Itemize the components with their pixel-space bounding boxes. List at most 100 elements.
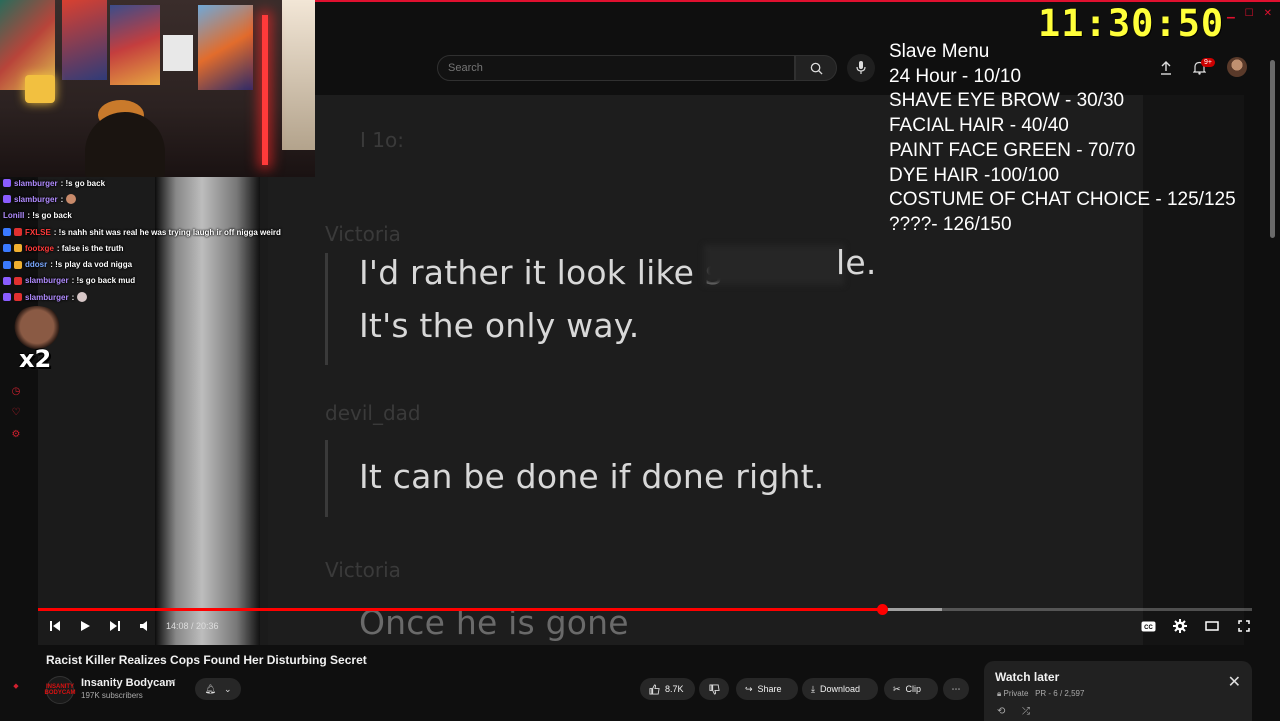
search-input-box[interactable] [437, 55, 795, 81]
progress-played [38, 608, 882, 611]
playlist-meta: 🔒︎ Private PR - 6 / 2,597 [997, 689, 1084, 699]
minimize-icon[interactable]: ▁ [1227, 8, 1235, 19]
chat-text: : !s go back [60, 178, 106, 188]
chat-username: FXLSE [25, 227, 51, 237]
dislike-button[interactable] [699, 678, 729, 700]
slave-menu-overlay: Slave Menu 24 Hour - 10/10 SHAVE EYE BRO… [889, 40, 1280, 238]
menu-item: SHAVE EYE BROW - 30/30 [889, 90, 1125, 112]
wall-poster [110, 5, 160, 85]
chat-text: : [60, 194, 64, 204]
channel-avatar[interactable]: INSANITY BODYCAM [45, 676, 76, 704]
fullscreen-button[interactable] [1234, 616, 1254, 636]
microphone-icon [856, 61, 866, 74]
shuffle-icon[interactable]: ⤮ [1022, 706, 1030, 717]
watch-later-panel: Watch later 🔒︎ Private PR - 6 / 2,597 ✕ … [984, 661, 1252, 721]
chat-message: slamburger : !s go back [3, 175, 313, 191]
webcam-overlay [0, 0, 315, 177]
share-label: Share [757, 684, 782, 694]
brand-icon: ◆ [13, 683, 19, 690]
chat-username: ddosr [25, 260, 48, 270]
volume-button[interactable] [135, 616, 155, 636]
like-count: 8.7K [665, 684, 684, 694]
previous-button[interactable] [45, 616, 65, 636]
chat-text: : !s nahh shit was real he was trying la… [53, 227, 281, 237]
emote-icon [66, 194, 77, 205]
caption-line-end: le. [836, 243, 877, 282]
search-button[interactable] [795, 55, 837, 81]
quote-bar [325, 253, 328, 365]
bell-icon: 🔔︎ [204, 683, 216, 694]
chat-badge [3, 276, 11, 285]
download-button[interactable]: ⤓ Download [802, 678, 878, 700]
close-playlist-button[interactable]: ✕ [1228, 675, 1241, 691]
share-icon: ↪ [745, 683, 753, 694]
progress-scrubber[interactable] [876, 604, 888, 615]
chat-text: : [71, 292, 75, 302]
chat-message: ddosr : !s play da vod nigga [3, 256, 313, 272]
play-button[interactable] [75, 616, 95, 636]
playlist-title[interactable]: Watch later [995, 670, 1059, 684]
chat-text: : false is the truth [56, 243, 124, 253]
caption-line: I'd rather it look like s [359, 253, 723, 292]
next-button[interactable] [105, 616, 125, 636]
theater-mode-button[interactable] [1202, 616, 1222, 636]
chat-badge [3, 244, 11, 253]
settings-button[interactable] [1170, 616, 1190, 636]
lock-icon: 🔒︎ [997, 689, 1002, 698]
caption-line: It's the only way. [359, 306, 640, 345]
streamer-silhouette [85, 112, 165, 177]
chat-message: slamburger : [3, 191, 313, 207]
chat-username: LoniII [3, 211, 25, 221]
voice-search-button[interactable] [847, 54, 875, 82]
loop-icon[interactable]: ⟲ [997, 706, 1005, 717]
close-window-icon[interactable]: ✕ [1264, 8, 1272, 19]
stream-clock: 11:30:50 [1038, 2, 1225, 45]
like-button[interactable]: 8.7K [640, 678, 695, 700]
chat-badge [3, 179, 11, 188]
menu-item: COSTUME OF CHAT CHOICE - 125/125 [889, 189, 1236, 211]
thumbs-up-icon [649, 683, 660, 695]
chat-badge [3, 228, 11, 237]
menu-item: FACIAL HAIR - 40/40 [889, 115, 1069, 137]
clock-icon: ◷ [11, 385, 21, 397]
search-icon [810, 62, 823, 75]
chat-username: slamburger [25, 292, 69, 302]
chat-badge [14, 276, 22, 285]
wall-poster [62, 0, 107, 80]
wall-poster [163, 35, 193, 71]
subscribed-bell-button[interactable]: 🔔︎ ⌄ [195, 678, 241, 700]
page-scrollbar[interactable] [1270, 60, 1275, 238]
more-horizontal-icon: ⋯ [951, 683, 961, 694]
menu-title: Slave Menu [889, 41, 990, 62]
captions-button[interactable]: CC [1138, 616, 1158, 636]
share-button[interactable]: ↪ Share [736, 678, 798, 700]
download-label: Download [819, 684, 861, 694]
caption-line: It can be done if done right. [359, 457, 825, 496]
emote-multiplier: x2 [19, 345, 52, 373]
chat-message: slamburger : !s go back mud [3, 273, 313, 289]
stream-chat-overlay: slamburger : !s go back slamburger : Lon… [3, 175, 313, 305]
download-icon: ⤓ [811, 683, 815, 694]
emote-icon [77, 292, 88, 303]
search-input[interactable] [438, 56, 788, 80]
clip-button[interactable]: ✂ Clip [884, 678, 938, 700]
gear-icon: ⚙ [11, 428, 21, 440]
svg-text:CC: CC [1144, 625, 1153, 631]
window-controls: ▁ ☐ ✕ [1227, 8, 1272, 19]
heart-icon: ♡ [11, 406, 21, 418]
chevron-down-icon: ⌄ [223, 683, 232, 694]
channel-name[interactable]: Insanity Bodycam [81, 677, 175, 689]
progress-bar[interactable] [38, 604, 1252, 615]
maximize-icon[interactable]: ☐ [1245, 8, 1254, 19]
led-light-strip [262, 15, 268, 165]
wall-poster [282, 0, 315, 150]
scissors-icon: ✂ [893, 683, 901, 694]
closed-captions-icon: CC [1141, 621, 1155, 631]
more-actions-button[interactable]: ⋯ [943, 678, 969, 700]
video-title: Racist Killer Realizes Cops Found Her Di… [46, 653, 367, 667]
skip-next-icon [110, 621, 120, 631]
chat-username: slamburger [14, 178, 58, 188]
chat-message: footxge : false is the truth [3, 240, 313, 256]
chat-badge [3, 195, 11, 204]
chat-message: slamburger : [3, 289, 313, 305]
